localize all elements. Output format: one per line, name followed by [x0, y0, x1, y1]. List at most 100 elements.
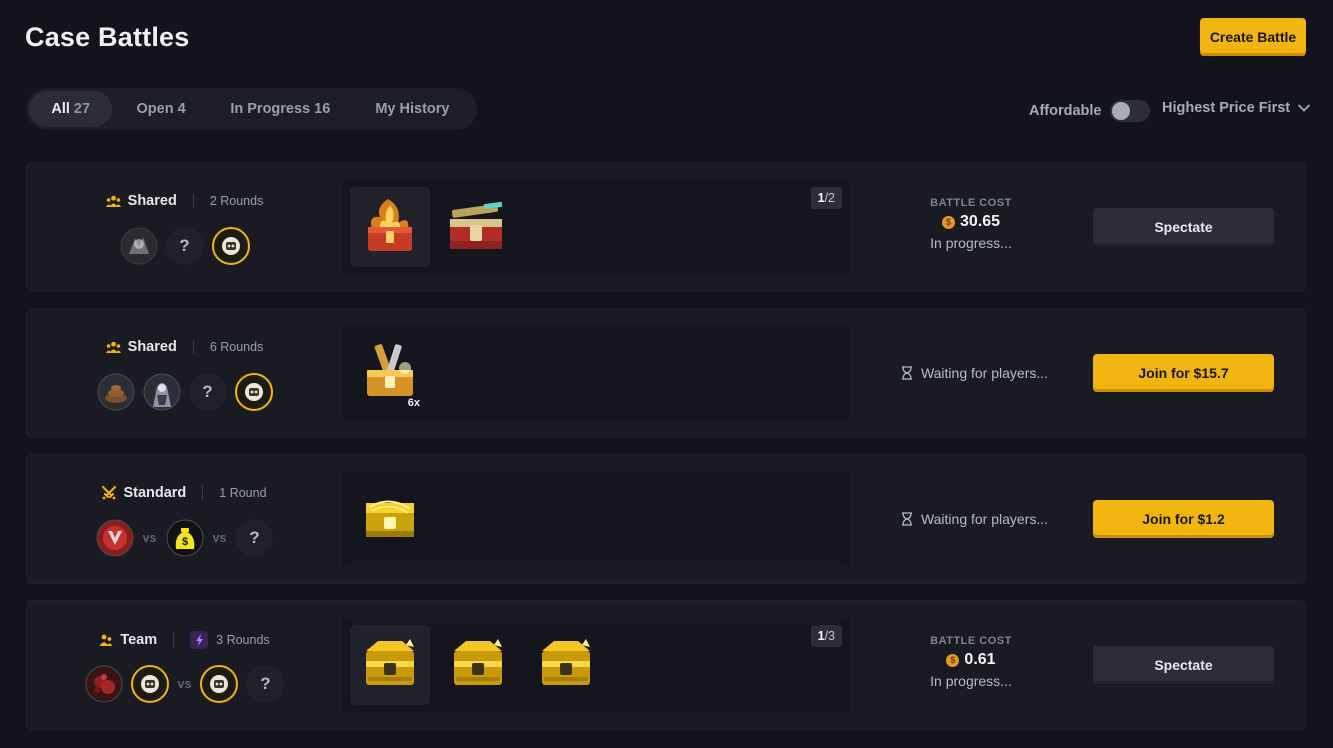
case-image[interactable]: 6x	[350, 333, 430, 413]
battle-players: ?	[27, 227, 342, 265]
bot-icon	[244, 383, 263, 401]
battle-cost: 0.61	[964, 651, 996, 668]
battle-row: Standard 1 Round vs $ vs ? Waiting for p…	[26, 454, 1306, 584]
tab-in-progress-label: In Progress	[230, 101, 311, 117]
tab-in-progress-count: 16	[314, 101, 331, 117]
versus-label: vs	[177, 677, 192, 691]
battle-players: ?	[27, 373, 342, 411]
join-button[interactable]: Join for $15.7	[1093, 354, 1274, 392]
divider	[173, 633, 175, 647]
bot-icon	[221, 237, 240, 255]
spectate-button[interactable]: Spectate	[1093, 208, 1274, 246]
bot-avatar[interactable]	[234, 373, 273, 411]
case-multiplier: 6x	[407, 397, 420, 409]
filter-tabs: All 27 Open 4 In Progress 16 My History	[26, 88, 477, 130]
case-image[interactable]	[350, 187, 430, 267]
battle-row: Shared 6 Rounds ? 6x Waiting for players…	[26, 308, 1306, 438]
round-indicator: 1/3	[810, 625, 842, 647]
toggle-knob	[1111, 102, 1130, 120]
divider	[192, 194, 194, 208]
case-image[interactable]	[350, 479, 430, 559]
player-avatar[interactable]	[143, 373, 181, 411]
shared-mode-icon	[105, 341, 121, 354]
round-total: 3	[828, 629, 835, 643]
shared-mode-icon	[105, 195, 121, 208]
empty-player-slot[interactable]: ?	[188, 373, 227, 411]
battle-meta: Standard 1 Round	[27, 485, 342, 501]
case-image[interactable]	[350, 625, 430, 705]
battle-row: Shared 2 Rounds ? 1/2 BATTLE COST $30.65…	[26, 162, 1306, 292]
affordable-filter: Affordable	[1029, 100, 1150, 122]
battle-cost-label: BATTLE COST	[930, 635, 1012, 647]
round-current: 1	[817, 629, 825, 643]
battle-meta: Shared 2 Rounds	[27, 193, 342, 209]
battle-row: Team 3 Rounds vs ? 1/3 BATTLE COST $ 0.6…	[26, 600, 1306, 730]
battle-mode: Shared	[127, 193, 177, 209]
round-current: 1	[817, 191, 825, 205]
battle-cost-label: BATTLE COST	[930, 197, 1012, 209]
case-image[interactable]	[526, 625, 606, 705]
bot-avatar[interactable]	[200, 665, 239, 703]
player-avatar[interactable]	[120, 227, 158, 265]
empty-player-slot[interactable]: ?	[235, 519, 274, 557]
case-image[interactable]	[438, 625, 518, 705]
battle-rounds: 1 Round	[219, 486, 267, 500]
battle-cost: 30.65	[959, 213, 1001, 230]
case-strip: 6x	[342, 325, 850, 421]
tab-in-progress[interactable]: In Progress 16	[210, 91, 351, 127]
case-image[interactable]	[438, 187, 518, 267]
tab-all-label: All	[51, 101, 70, 117]
bot-avatar[interactable]	[130, 665, 169, 703]
battle-mode: Standard	[123, 485, 187, 501]
case-strip: 1/3	[342, 617, 850, 713]
sort-dropdown[interactable]: Highest Price First	[1162, 100, 1311, 116]
tab-all-count: 27	[73, 101, 91, 117]
battle-status: Waiting for players...	[887, 455, 1062, 583]
status-text: In progress...	[930, 235, 1012, 251]
battle-rounds: 2 Rounds	[209, 194, 264, 208]
status-text: Waiting for players...	[920, 365, 1049, 381]
battle-players: vs $ vs ?	[27, 519, 342, 557]
empty-player-slot[interactable]: ?	[165, 227, 204, 265]
chevron-down-icon	[1298, 104, 1311, 112]
player-avatar[interactable]	[96, 519, 134, 557]
join-button[interactable]: Join for $1.2	[1093, 500, 1274, 538]
tab-my-history[interactable]: My History	[351, 91, 474, 127]
player-avatar[interactable]: $	[166, 519, 204, 557]
player-avatar[interactable]	[97, 373, 135, 411]
player-avatar[interactable]	[85, 665, 123, 703]
affordable-toggle[interactable]	[1109, 100, 1150, 122]
battle-status: Waiting for players...	[887, 309, 1062, 437]
bot-icon	[140, 675, 159, 693]
tab-open-count: 4	[177, 101, 186, 117]
tab-open[interactable]: Open 4	[112, 91, 209, 127]
round-total: 2	[828, 191, 835, 205]
hourglass-icon	[901, 512, 912, 526]
sort-label: Highest Price First	[1162, 100, 1291, 116]
lightning-icon	[190, 631, 209, 649]
battle-meta: Team 3 Rounds	[27, 631, 342, 649]
swords-icon	[102, 486, 117, 500]
case-strip: 1/2	[342, 179, 850, 275]
coin-icon: $	[946, 653, 960, 667]
empty-player-slot[interactable]: ?	[246, 665, 285, 703]
battle-rounds: 6 Rounds	[209, 340, 264, 354]
battle-status: BATTLE COST $30.65 In progress...	[887, 197, 1055, 251]
affordable-label: Affordable	[1029, 103, 1102, 119]
bot-icon	[210, 675, 229, 693]
svg-text:$: $	[181, 536, 187, 548]
divider	[192, 340, 194, 354]
versus-label: vs	[142, 531, 157, 545]
status-text: In progress...	[930, 673, 1012, 689]
bot-avatar[interactable]	[211, 227, 250, 265]
status-text: Waiting for players...	[920, 511, 1049, 527]
hourglass-icon	[901, 366, 912, 380]
battle-rounds: 3 Rounds	[216, 633, 270, 647]
create-battle-button[interactable]: Create Battle	[1200, 18, 1306, 56]
versus-label: vs	[212, 531, 227, 545]
battle-mode: Team	[120, 632, 158, 648]
tab-my-history-label: My History	[375, 101, 450, 117]
tab-all[interactable]: All 27	[29, 91, 113, 127]
spectate-button[interactable]: Spectate	[1093, 646, 1274, 684]
battle-status: BATTLE COST $0.61 In progress...	[887, 635, 1055, 689]
